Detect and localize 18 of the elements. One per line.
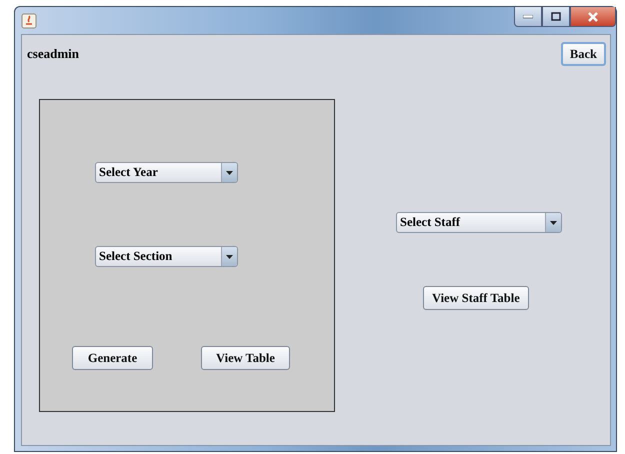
dropdown[interactable]: Select Year — [95, 162, 238, 183]
view-staff-table-button[interactable]: View Staff Table — [423, 286, 529, 310]
dropdown[interactable]: Select Section — [95, 246, 238, 267]
caret-icon — [221, 163, 237, 182]
caret-icon — [545, 213, 561, 232]
close-button[interactable] — [570, 7, 616, 27]
minimize-icon — [523, 14, 533, 18]
maximize-button[interactable] — [542, 7, 570, 27]
action-button[interactable]: Generate — [72, 346, 153, 370]
user-label: cseadmin — [27, 46, 79, 62]
back-button[interactable]: Back — [560, 42, 606, 66]
caret-icon — [221, 247, 237, 266]
maximize-icon — [551, 12, 561, 21]
action-button[interactable]: View Table — [201, 346, 290, 370]
close-icon — [587, 12, 599, 22]
app-icon — [21, 13, 37, 29]
staff-dropdown[interactable]: Select Staff — [396, 212, 562, 233]
minimize-button[interactable] — [514, 7, 542, 27]
